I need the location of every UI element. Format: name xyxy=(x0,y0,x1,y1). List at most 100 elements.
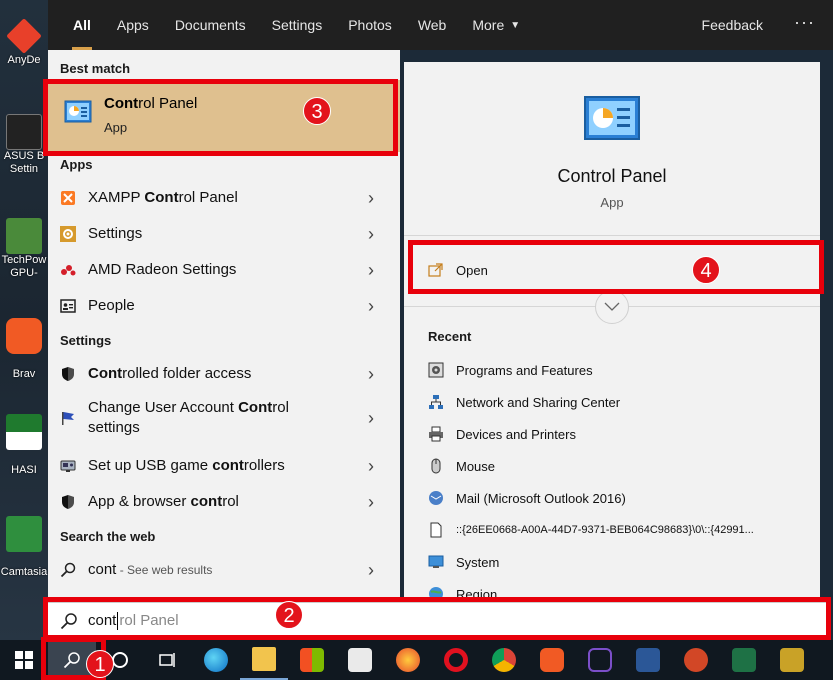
powerpoint-icon xyxy=(684,648,708,672)
chevron-right-icon[interactable]: › xyxy=(356,492,386,513)
tab-settings[interactable]: Settings xyxy=(259,0,336,50)
xampp-icon xyxy=(61,191,75,205)
task-view-icon xyxy=(159,653,175,667)
gpu-z-icon xyxy=(6,218,42,254)
recent-item[interactable]: Mouse xyxy=(404,450,820,482)
recent-label: Mail (Microsoft Outlook 2016) xyxy=(456,490,626,506)
annotation-badge-4: 4 xyxy=(692,256,720,284)
taskbar-file-explorer[interactable] xyxy=(240,640,288,680)
taskbar-chrome[interactable] xyxy=(480,640,528,680)
desktop-icon-label: Brav xyxy=(12,368,36,380)
windows-logo-icon xyxy=(15,651,33,669)
annotation-box-best-match xyxy=(43,79,398,156)
ellipsis-icon: ··· xyxy=(794,11,815,32)
tab-web[interactable]: Web xyxy=(405,0,460,50)
desktop-icon-brave[interactable]: Brav xyxy=(0,318,48,381)
recent-label: Network and Sharing Center xyxy=(456,394,621,410)
chevron-right-icon[interactable]: › xyxy=(356,224,386,245)
system-icon xyxy=(428,555,444,568)
label-pre: XAMPP xyxy=(88,189,145,206)
taskbar-app-extra[interactable] xyxy=(768,640,816,680)
result-label: Controlled folder access xyxy=(88,364,356,384)
desktop-icon-techpowerup[interactable]: TechPow GPU- xyxy=(0,218,48,280)
desktop-icon-anydesk[interactable]: AnyDe xyxy=(0,18,48,67)
mail-icon xyxy=(429,491,443,505)
chevron-down-icon xyxy=(604,302,620,311)
hasi-icon xyxy=(6,414,42,450)
recent-item[interactable]: System xyxy=(404,546,820,578)
taskbar-powerpoint[interactable] xyxy=(672,640,720,680)
tab-label: All xyxy=(73,17,91,33)
feedback-button[interactable]: Feedback xyxy=(689,0,776,50)
tab-photos[interactable]: Photos xyxy=(335,0,405,50)
result-label: App & browser control xyxy=(88,492,356,512)
tab-label: Apps xyxy=(116,17,149,33)
recent-item[interactable]: ::{26EE0668-A00A-44D7-9371-BEB064C98683}… xyxy=(404,514,820,546)
result-amd-radeon-settings[interactable]: AMD Radeon Settings › xyxy=(48,252,400,288)
recent-item[interactable]: Programs and Features xyxy=(404,354,820,386)
desktop-icon-label: HASI xyxy=(11,464,37,476)
result-settings[interactable]: Settings › xyxy=(48,216,400,252)
taskbar-excel[interactable] xyxy=(720,640,768,680)
people-icon xyxy=(60,299,76,313)
firefox-icon xyxy=(396,648,420,672)
label-bold: Cont xyxy=(238,399,273,416)
desktop-icon-label: GPU- xyxy=(10,267,38,279)
recent-item[interactable]: Network and Sharing Center xyxy=(404,386,820,418)
taskbar-store[interactable] xyxy=(288,640,336,680)
label-post: rollers xyxy=(243,457,285,474)
result-change-uac-settings[interactable]: Change User Account Control settings › xyxy=(48,394,400,442)
result-app-browser-control[interactable]: App & browser control › xyxy=(48,484,400,520)
recent-item[interactable]: Region xyxy=(404,578,820,598)
opera-icon xyxy=(444,648,468,672)
annotation-box-open xyxy=(408,240,824,294)
divider xyxy=(404,235,820,236)
more-options-button[interactable]: ··· xyxy=(776,0,833,50)
recent-label: ::{26EE0668-A00A-44D7-9371-BEB064C98683}… xyxy=(456,524,754,536)
desktop-icon-camtasia[interactable]: Camtasia xyxy=(0,516,48,579)
result-label: Settings xyxy=(88,224,356,244)
taskbar-brave[interactable] xyxy=(528,640,576,680)
label-post: rol xyxy=(222,493,239,510)
label-bold: cont xyxy=(190,493,223,510)
label-post: rol Panel xyxy=(178,189,238,206)
desktop-icon-hasi[interactable]: HASI xyxy=(0,414,48,477)
chevron-right-icon[interactable]: › xyxy=(356,456,386,477)
chevron-right-icon[interactable]: › xyxy=(356,408,386,429)
tab-more[interactable]: More ▼ xyxy=(459,0,533,50)
result-web-search[interactable]: cont - See web results › xyxy=(48,552,400,588)
expand-button[interactable] xyxy=(595,290,629,324)
desktop: AnyDe ASUS B Settin TechPow GPU- Brav HA… xyxy=(0,0,48,640)
label-pre: People xyxy=(88,297,135,314)
chevron-right-icon[interactable]: › xyxy=(356,260,386,281)
tab-label: Documents xyxy=(174,17,246,33)
recent-heading: Recent xyxy=(428,329,472,344)
desktop-icon-label: TechPow xyxy=(1,254,47,266)
chevron-right-icon[interactable]: › xyxy=(356,364,386,385)
desktop-icon-asus-bios[interactable]: ASUS B Settin xyxy=(0,114,48,176)
result-usb-game-controllers[interactable]: Set up USB game controllers › xyxy=(48,448,400,484)
task-view-button[interactable] xyxy=(144,640,192,680)
chevron-right-icon[interactable]: › xyxy=(356,188,386,209)
taskbar-nox[interactable] xyxy=(576,640,624,680)
recent-item[interactable]: Devices and Printers xyxy=(404,418,820,450)
recent-item[interactable]: Mail (Microsoft Outlook 2016) xyxy=(404,482,820,514)
tab-all[interactable]: All xyxy=(60,0,104,50)
tab-apps[interactable]: Apps xyxy=(104,0,162,50)
desktop-icon-label: AnyDe xyxy=(7,54,41,66)
label-bold: cont xyxy=(212,457,244,474)
taskbar-opera[interactable] xyxy=(432,640,480,680)
chevron-right-icon[interactable]: › xyxy=(356,560,386,581)
taskbar-edge[interactable] xyxy=(192,640,240,680)
control-panel-icon xyxy=(584,96,640,140)
taskbar-mail[interactable] xyxy=(336,640,384,680)
taskbar xyxy=(0,640,833,680)
chevron-right-icon[interactable]: › xyxy=(356,296,386,317)
taskbar-word[interactable] xyxy=(624,640,672,680)
label-pre: Settings xyxy=(88,225,143,242)
taskbar-firefox[interactable] xyxy=(384,640,432,680)
tab-documents[interactable]: Documents xyxy=(162,0,259,50)
result-controlled-folder-access[interactable]: Controlled folder access › xyxy=(48,356,400,392)
result-people[interactable]: People › xyxy=(48,288,400,324)
result-xampp-control-panel[interactable]: XAMPP Control Panel › xyxy=(48,180,400,216)
